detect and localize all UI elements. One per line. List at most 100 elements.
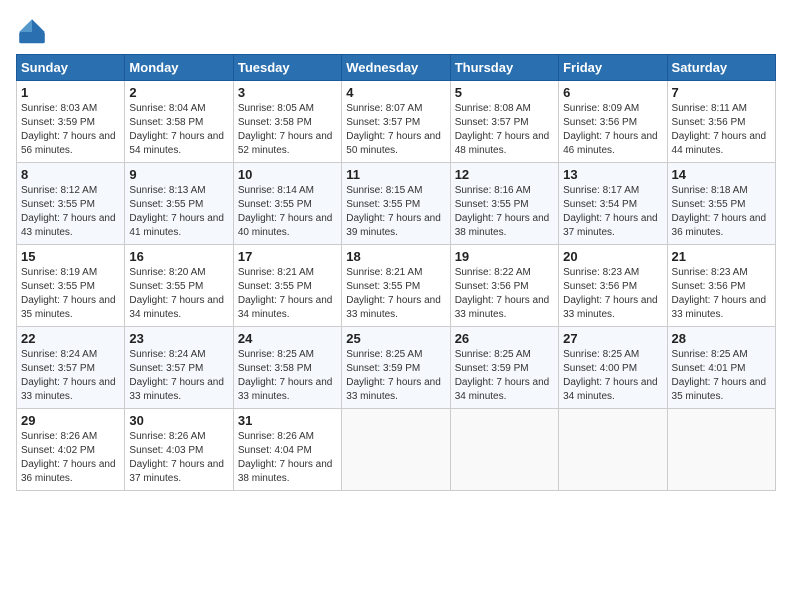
calendar-cell: 9 Sunrise: 8:13 AMSunset: 3:55 PMDayligh… <box>125 163 233 245</box>
day-info: Sunrise: 8:13 AMSunset: 3:55 PMDaylight:… <box>129 184 228 240</box>
calendar-cell: 29 Sunrise: 8:26 AMSunset: 4:02 PMDaylig… <box>17 409 125 491</box>
calendar-cell: 30 Sunrise: 8:26 AMSunset: 4:03 PMDaylig… <box>125 409 233 491</box>
calendar-cell: 28 Sunrise: 8:25 AMSunset: 4:01 PMDaylig… <box>667 327 775 409</box>
calendar-cell: 10 Sunrise: 8:14 AMSunset: 3:55 PMDaylig… <box>233 163 341 245</box>
day-number: 16 <box>129 249 228 264</box>
day-info: Sunrise: 8:18 AMSunset: 3:55 PMDaylight:… <box>672 184 771 240</box>
day-number: 18 <box>346 249 445 264</box>
day-info: Sunrise: 8:24 AMSunset: 3:57 PMDaylight:… <box>129 348 228 404</box>
day-number: 1 <box>21 85 120 100</box>
day-number: 9 <box>129 167 228 182</box>
day-info: Sunrise: 8:09 AMSunset: 3:56 PMDaylight:… <box>563 102 662 158</box>
calendar-cell <box>667 409 775 491</box>
calendar-cell: 18 Sunrise: 8:21 AMSunset: 3:55 PMDaylig… <box>342 245 450 327</box>
weekday-header-row: SundayMondayTuesdayWednesdayThursdayFrid… <box>17 55 776 81</box>
week-row-2: 8 Sunrise: 8:12 AMSunset: 3:55 PMDayligh… <box>17 163 776 245</box>
day-number: 3 <box>238 85 337 100</box>
day-info: Sunrise: 8:21 AMSunset: 3:55 PMDaylight:… <box>346 266 445 322</box>
calendar-cell: 22 Sunrise: 8:24 AMSunset: 3:57 PMDaylig… <box>17 327 125 409</box>
calendar-cell: 1 Sunrise: 8:03 AMSunset: 3:59 PMDayligh… <box>17 81 125 163</box>
day-info: Sunrise: 8:07 AMSunset: 3:57 PMDaylight:… <box>346 102 445 158</box>
day-number: 27 <box>563 331 662 346</box>
day-number: 20 <box>563 249 662 264</box>
weekday-header-tuesday: Tuesday <box>233 55 341 81</box>
calendar-cell <box>559 409 667 491</box>
day-number: 4 <box>346 85 445 100</box>
day-info: Sunrise: 8:17 AMSunset: 3:54 PMDaylight:… <box>563 184 662 240</box>
day-info: Sunrise: 8:12 AMSunset: 3:55 PMDaylight:… <box>21 184 120 240</box>
calendar-cell: 12 Sunrise: 8:16 AMSunset: 3:55 PMDaylig… <box>450 163 558 245</box>
calendar-cell: 19 Sunrise: 8:22 AMSunset: 3:56 PMDaylig… <box>450 245 558 327</box>
calendar-cell: 6 Sunrise: 8:09 AMSunset: 3:56 PMDayligh… <box>559 81 667 163</box>
day-number: 10 <box>238 167 337 182</box>
day-number: 21 <box>672 249 771 264</box>
calendar-cell <box>342 409 450 491</box>
day-info: Sunrise: 8:23 AMSunset: 3:56 PMDaylight:… <box>563 266 662 322</box>
calendar-cell: 14 Sunrise: 8:18 AMSunset: 3:55 PMDaylig… <box>667 163 775 245</box>
week-row-5: 29 Sunrise: 8:26 AMSunset: 4:02 PMDaylig… <box>17 409 776 491</box>
weekday-header-sunday: Sunday <box>17 55 125 81</box>
weekday-header-monday: Monday <box>125 55 233 81</box>
weekday-header-thursday: Thursday <box>450 55 558 81</box>
calendar-table: SundayMondayTuesdayWednesdayThursdayFrid… <box>16 54 776 491</box>
calendar-cell <box>450 409 558 491</box>
day-info: Sunrise: 8:16 AMSunset: 3:55 PMDaylight:… <box>455 184 554 240</box>
day-number: 2 <box>129 85 228 100</box>
day-number: 24 <box>238 331 337 346</box>
calendar-cell: 4 Sunrise: 8:07 AMSunset: 3:57 PMDayligh… <box>342 81 450 163</box>
day-number: 11 <box>346 167 445 182</box>
calendar-cell: 16 Sunrise: 8:20 AMSunset: 3:55 PMDaylig… <box>125 245 233 327</box>
day-number: 15 <box>21 249 120 264</box>
day-info: Sunrise: 8:25 AMSunset: 3:58 PMDaylight:… <box>238 348 337 404</box>
calendar-cell: 23 Sunrise: 8:24 AMSunset: 3:57 PMDaylig… <box>125 327 233 409</box>
day-info: Sunrise: 8:15 AMSunset: 3:55 PMDaylight:… <box>346 184 445 240</box>
day-info: Sunrise: 8:14 AMSunset: 3:55 PMDaylight:… <box>238 184 337 240</box>
day-number: 6 <box>563 85 662 100</box>
calendar-cell: 26 Sunrise: 8:25 AMSunset: 3:59 PMDaylig… <box>450 327 558 409</box>
calendar-cell: 2 Sunrise: 8:04 AMSunset: 3:58 PMDayligh… <box>125 81 233 163</box>
weekday-header-saturday: Saturday <box>667 55 775 81</box>
day-info: Sunrise: 8:24 AMSunset: 3:57 PMDaylight:… <box>21 348 120 404</box>
day-number: 14 <box>672 167 771 182</box>
day-info: Sunrise: 8:22 AMSunset: 3:56 PMDaylight:… <box>455 266 554 322</box>
day-number: 5 <box>455 85 554 100</box>
day-info: Sunrise: 8:03 AMSunset: 3:59 PMDaylight:… <box>21 102 120 158</box>
weekday-header-friday: Friday <box>559 55 667 81</box>
day-info: Sunrise: 8:20 AMSunset: 3:55 PMDaylight:… <box>129 266 228 322</box>
day-number: 22 <box>21 331 120 346</box>
calendar-cell: 11 Sunrise: 8:15 AMSunset: 3:55 PMDaylig… <box>342 163 450 245</box>
day-number: 31 <box>238 413 337 428</box>
day-number: 17 <box>238 249 337 264</box>
day-info: Sunrise: 8:25 AMSunset: 4:00 PMDaylight:… <box>563 348 662 404</box>
day-info: Sunrise: 8:05 AMSunset: 3:58 PMDaylight:… <box>238 102 337 158</box>
calendar-cell: 17 Sunrise: 8:21 AMSunset: 3:55 PMDaylig… <box>233 245 341 327</box>
day-info: Sunrise: 8:26 AMSunset: 4:04 PMDaylight:… <box>238 430 337 486</box>
day-number: 12 <box>455 167 554 182</box>
week-row-4: 22 Sunrise: 8:24 AMSunset: 3:57 PMDaylig… <box>17 327 776 409</box>
calendar-cell: 13 Sunrise: 8:17 AMSunset: 3:54 PMDaylig… <box>559 163 667 245</box>
day-info: Sunrise: 8:25 AMSunset: 3:59 PMDaylight:… <box>455 348 554 404</box>
weekday-header-wednesday: Wednesday <box>342 55 450 81</box>
day-info: Sunrise: 8:25 AMSunset: 3:59 PMDaylight:… <box>346 348 445 404</box>
calendar-cell: 25 Sunrise: 8:25 AMSunset: 3:59 PMDaylig… <box>342 327 450 409</box>
day-number: 8 <box>21 167 120 182</box>
calendar-cell: 7 Sunrise: 8:11 AMSunset: 3:56 PMDayligh… <box>667 81 775 163</box>
day-info: Sunrise: 8:26 AMSunset: 4:02 PMDaylight:… <box>21 430 120 486</box>
week-row-1: 1 Sunrise: 8:03 AMSunset: 3:59 PMDayligh… <box>17 81 776 163</box>
calendar-cell: 24 Sunrise: 8:25 AMSunset: 3:58 PMDaylig… <box>233 327 341 409</box>
day-info: Sunrise: 8:08 AMSunset: 3:57 PMDaylight:… <box>455 102 554 158</box>
day-number: 30 <box>129 413 228 428</box>
day-number: 29 <box>21 413 120 428</box>
calendar-cell: 27 Sunrise: 8:25 AMSunset: 4:00 PMDaylig… <box>559 327 667 409</box>
day-info: Sunrise: 8:21 AMSunset: 3:55 PMDaylight:… <box>238 266 337 322</box>
day-number: 19 <box>455 249 554 264</box>
day-info: Sunrise: 8:26 AMSunset: 4:03 PMDaylight:… <box>129 430 228 486</box>
day-info: Sunrise: 8:25 AMSunset: 4:01 PMDaylight:… <box>672 348 771 404</box>
day-number: 26 <box>455 331 554 346</box>
day-info: Sunrise: 8:19 AMSunset: 3:55 PMDaylight:… <box>21 266 120 322</box>
day-info: Sunrise: 8:04 AMSunset: 3:58 PMDaylight:… <box>129 102 228 158</box>
calendar-cell: 8 Sunrise: 8:12 AMSunset: 3:55 PMDayligh… <box>17 163 125 245</box>
page-header <box>16 16 776 48</box>
day-number: 7 <box>672 85 771 100</box>
day-number: 23 <box>129 331 228 346</box>
